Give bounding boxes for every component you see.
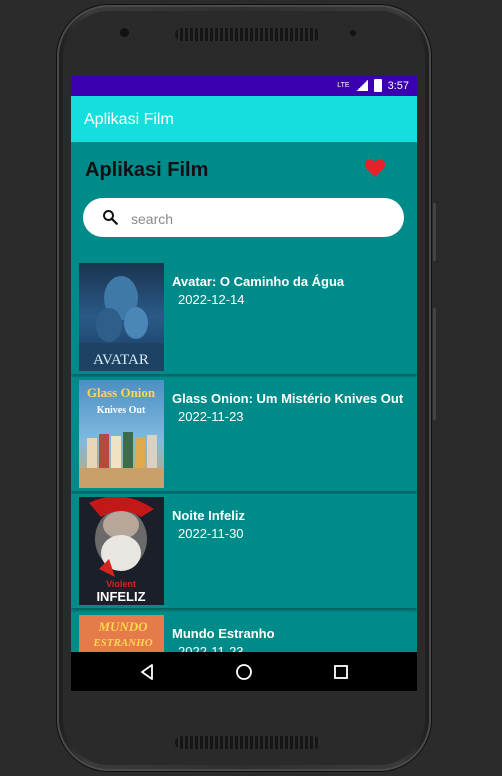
heart-icon[interactable] xyxy=(364,158,386,178)
movie-release-date: 2022-11-23 xyxy=(178,409,244,424)
poster-text: Glass Onion xyxy=(87,385,156,400)
poster-text: Knives Out xyxy=(97,405,146,416)
poster-text: INFELIZ xyxy=(96,589,145,604)
home-icon[interactable] xyxy=(235,663,253,681)
poster-text: AVATAR xyxy=(93,352,149,368)
top-speaker xyxy=(175,28,320,41)
status-bar: LTE 3:57 xyxy=(71,76,417,96)
recents-icon[interactable] xyxy=(332,663,350,681)
device-screen: LTE 3:57 Aplikasi Film Aplikasi Film sea… xyxy=(71,76,417,691)
movie-poster: Glass Onion Knives Out xyxy=(79,380,164,488)
proximity-sensor xyxy=(350,30,356,36)
poster-text: ESTRANHO xyxy=(92,637,152,649)
app-bar-title: Aplikasi Film xyxy=(84,111,174,128)
signal-icon xyxy=(355,80,368,91)
battery-icon xyxy=(373,79,382,92)
power-button xyxy=(433,203,436,261)
page-title: Aplikasi Film xyxy=(85,159,209,181)
movie-list-item[interactable]: AVATAR Avatar: O Caminho da Água 2022-12… xyxy=(71,260,417,374)
network-label: LTE xyxy=(337,82,350,89)
movie-poster: AVATAR xyxy=(79,263,164,371)
movie-poster: Violent INFELIZ xyxy=(79,497,164,605)
poster-text: Violent xyxy=(106,579,136,589)
front-camera xyxy=(120,28,129,37)
search-bar[interactable] xyxy=(83,198,404,237)
navigation-bar xyxy=(71,652,417,691)
app-bar: Aplikasi Film xyxy=(71,96,417,142)
back-icon[interactable] xyxy=(138,663,156,681)
movie-release-date: 2022-12-14 xyxy=(178,292,245,307)
movie-release-date: 2022-11-30 xyxy=(178,526,244,541)
movie-title: Glass Onion: Um Mistério Knives Out xyxy=(172,391,404,406)
poster-text: MUNDO xyxy=(97,619,148,634)
bottom-speaker xyxy=(175,736,320,749)
movie-title: Mundo Estranho xyxy=(172,626,275,641)
movie-list-item[interactable]: Glass Onion Knives Out Glass Onion: Um M… xyxy=(71,377,417,491)
volume-button xyxy=(433,308,436,420)
movie-list-item[interactable]: Violent INFELIZ Noite Infeliz 2022-11-30 xyxy=(71,494,417,608)
movie-title: Noite Infeliz xyxy=(172,508,245,523)
movie-title: Avatar: O Caminho da Água xyxy=(172,274,345,289)
search-input[interactable] xyxy=(129,207,393,231)
main-content: Aplikasi Film search AVATAR Avatar: O Ca… xyxy=(71,142,417,691)
clock: 3:57 xyxy=(387,79,409,92)
search-icon xyxy=(103,210,118,225)
